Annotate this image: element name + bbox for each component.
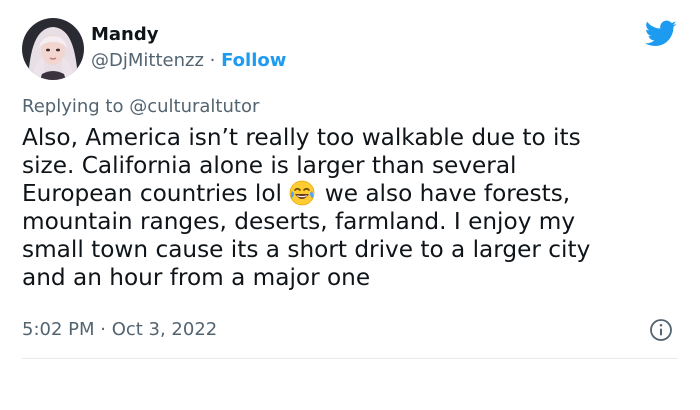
tweet-line-segment: European countries lol: [22, 180, 282, 207]
reply-mention-link[interactable]: @culturaltutor: [129, 96, 259, 117]
replying-to-line: Replying to @culturaltutor: [22, 96, 259, 117]
avatar[interactable]: [22, 18, 84, 80]
tweet-body: Also, America isn’t really too walkable …: [22, 124, 672, 292]
follow-button[interactable]: Follow: [221, 50, 286, 71]
tweet-timestamp[interactable]: 5:02 PM · Oct 3, 2022: [22, 319, 217, 340]
tweet-line: size. California alone is larger than se…: [22, 152, 517, 179]
tweet-line: Also, America isn’t really too walkable …: [22, 124, 581, 151]
twitter-bird-icon[interactable]: [644, 20, 677, 48]
tweet-line: small town cause its a short drive to a …: [22, 236, 591, 263]
divider: [22, 358, 678, 359]
author-name[interactable]: Mandy: [91, 24, 159, 45]
author-handle[interactable]: @DjMittenzz: [91, 50, 204, 71]
face-with-tears-of-joy-icon: [289, 180, 315, 206]
info-icon[interactable]: [649, 318, 673, 342]
separator-dot: ·: [209, 50, 216, 71]
author-handle-row: @DjMittenzz · Follow: [91, 50, 286, 71]
replying-to-label: Replying to: [22, 96, 124, 117]
tweet-line: mountain ranges, deserts, farmland. I en…: [22, 208, 576, 235]
tweet-line: European countries lol we also have fore…: [22, 180, 672, 208]
tweet-line-segment: we also have forests,: [324, 180, 571, 207]
tweet-card: Mandy @DjMittenzz · Follow Replying to @…: [0, 0, 700, 410]
tweet-line: and an hour from a major one: [22, 264, 371, 291]
